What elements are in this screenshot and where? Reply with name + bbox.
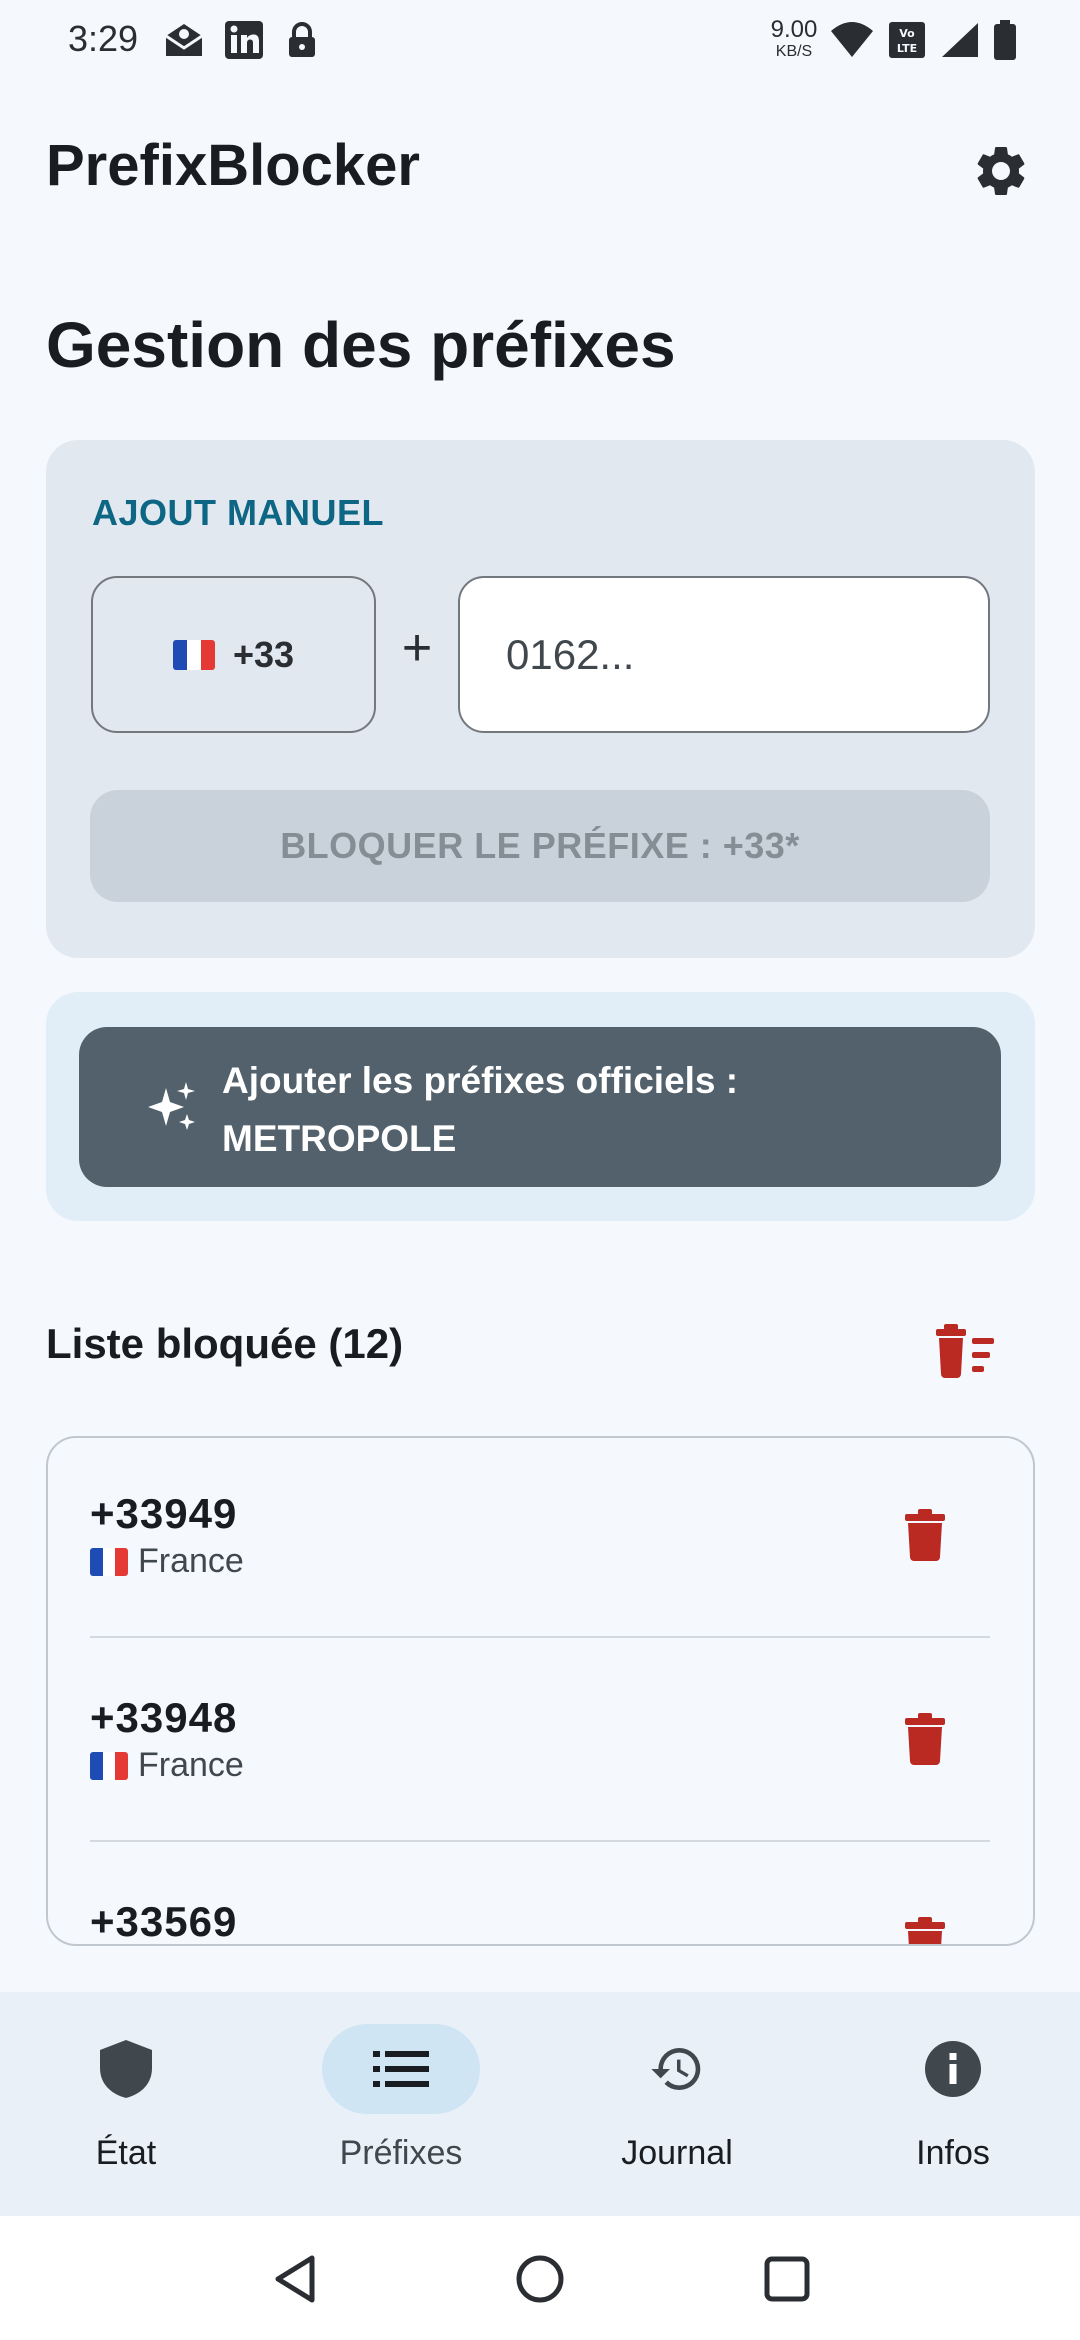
nav-pill	[47, 2024, 205, 2114]
back-triangle-icon	[275, 2255, 315, 2303]
blocked-country: France	[90, 1746, 244, 1785]
blocked-country: France	[90, 1542, 244, 1581]
block-prefix-button[interactable]: BLOQUER LE PRÉFIXE : +33*	[90, 790, 990, 902]
app-title: PrefixBlocker	[46, 133, 420, 198]
trash-icon	[905, 1713, 945, 1765]
shield-icon	[100, 2040, 152, 2098]
network-speed-unit: KB/S	[775, 43, 813, 60]
nav-label: Journal	[621, 2134, 733, 2172]
official-prefixes-line2: METROPOLE	[222, 1118, 457, 1159]
home-button[interactable]	[507, 2246, 573, 2312]
blocked-prefix: +33948	[90, 1694, 238, 1741]
linkedin-icon	[222, 18, 266, 62]
svg-text:LTE: LTE	[897, 42, 917, 55]
page-title: Gestion des préfixes	[46, 309, 676, 381]
divider	[90, 1840, 990, 1842]
network-speed-value: 9.00	[770, 16, 818, 43]
country-name: France	[138, 1542, 244, 1580]
blocked-list-title: Liste bloquée (12)	[46, 1320, 404, 1367]
nav-item-journal[interactable]: Journal	[562, 2010, 792, 2200]
mail-icon	[160, 18, 208, 62]
nav-item-etat[interactable]: État	[11, 2010, 241, 2200]
nav-label: Préfixes	[339, 2134, 463, 2172]
delete-prefix-button[interactable]	[892, 1502, 958, 1568]
info-icon	[925, 2041, 981, 2097]
delete-prefix-button[interactable]	[892, 1910, 958, 1944]
nav-label: Infos	[916, 2134, 990, 2172]
network-speed: 9.00 KB/S	[762, 18, 826, 60]
delete-prefix-button[interactable]	[892, 1706, 958, 1772]
plus-sign: +	[401, 619, 433, 677]
nav-item-prefixes[interactable]: Préfixes	[286, 2010, 516, 2200]
battery-icon	[990, 18, 1020, 62]
blocked-prefix: +33569	[90, 1898, 238, 1944]
clear-all-button[interactable]	[930, 1314, 1002, 1386]
delete-sweep-icon	[936, 1324, 994, 1378]
list-icon	[373, 2051, 429, 2087]
list-item-clipped: +33569	[48, 1870, 1033, 1944]
country-name: France	[138, 1746, 244, 1784]
nav-label: État	[95, 2134, 157, 2172]
country-code: +33	[232, 633, 295, 675]
trash-icon	[905, 1917, 945, 1944]
france-flag-icon	[90, 1547, 128, 1576]
prefix-input[interactable]	[458, 576, 990, 733]
sparkle-icon	[146, 1080, 200, 1134]
history-icon	[651, 2048, 701, 2090]
status-time: 3:29	[68, 18, 139, 59]
official-prefixes-label: Ajouter les préfixes officiels : METROPO…	[222, 1052, 738, 1168]
nav-pill	[874, 2024, 1032, 2114]
volte-icon: Vo LTE	[886, 18, 928, 62]
manual-add-label: AJOUT MANUEL	[92, 492, 384, 533]
nav-pill	[598, 2024, 756, 2114]
recents-button[interactable]	[754, 2246, 820, 2312]
settings-button[interactable]	[964, 134, 1038, 208]
country-code-selector[interactable]: +33	[91, 576, 376, 733]
nav-item-infos[interactable]: Infos	[838, 2010, 1068, 2200]
official-prefixes-line1: Ajouter les préfixes officiels :	[222, 1060, 739, 1101]
france-flag-icon	[90, 1751, 128, 1780]
signal-icon	[938, 18, 982, 62]
divider	[90, 1636, 990, 1638]
france-flag-icon	[172, 639, 215, 670]
blocked-prefix: +33949	[90, 1490, 238, 1537]
wifi-icon	[828, 18, 876, 62]
svg-text:Vo: Vo	[899, 27, 915, 40]
recents-square-icon	[764, 2256, 810, 2302]
home-circle-icon	[516, 2255, 564, 2303]
gear-icon	[977, 147, 1025, 195]
nav-pill-active	[322, 2024, 480, 2114]
status-bar: 3:29 9.00 KB/S Vo LTE	[0, 0, 1080, 80]
lock-icon	[284, 18, 320, 62]
back-button[interactable]	[262, 2246, 328, 2312]
trash-icon	[905, 1509, 945, 1561]
